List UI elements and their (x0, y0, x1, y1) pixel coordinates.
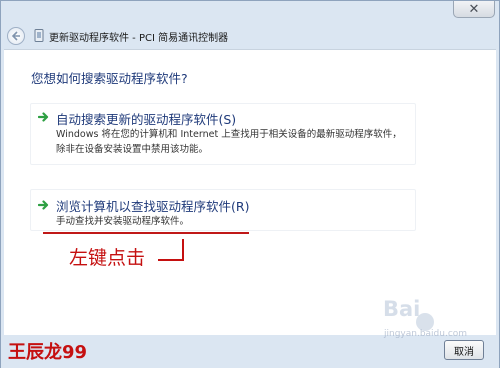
title-bar: ✕ (1, 1, 499, 27)
device-icon (34, 29, 44, 42)
green-arrow-icon (38, 112, 49, 122)
wizard-window: ✕ 更新驱动程序软件 - PCI 简易通讯控制器 您想如何搜索驱动程序软件? 自… (0, 0, 500, 368)
close-icon: ✕ (468, 1, 480, 17)
page-heading: 您想如何搜索驱动程序软件? (31, 71, 188, 86)
watermark-brand: Bai (383, 297, 421, 321)
content-panel: 您想如何搜索驱动程序软件? 自动搜索更新的驱动程序软件(S) Windows 将… (4, 49, 496, 335)
option-auto-search[interactable]: 自动搜索更新的驱动程序软件(S) Windows 将在您的计算机和 Intern… (30, 103, 416, 165)
cancel-button[interactable]: 取消 (444, 340, 484, 360)
option-browse-computer-description: 手动查找并安装驱动程序软件。 (56, 216, 190, 227)
option-browse-computer-title: 浏览计算机以查找驱动程序软件(R) (56, 199, 250, 214)
back-arrow-icon (11, 31, 20, 41)
green-arrow-icon (38, 200, 49, 210)
annotation-pointer-tick (182, 239, 184, 261)
back-button[interactable] (7, 27, 25, 45)
option-browse-computer[interactable]: 浏览计算机以查找驱动程序软件(R) 手动查找并安装驱动程序软件。 (30, 189, 416, 231)
annotation-pointer-line (158, 259, 184, 261)
close-button[interactable]: ✕ (453, 1, 495, 18)
window-title: 更新驱动程序软件 - PCI 简易通讯控制器 (49, 33, 229, 44)
annotation-text: 左键点击 (69, 247, 146, 269)
option-auto-search-description: Windows 将在您的计算机和 Internet 上查找用于相关设备的最新驱动… (56, 129, 402, 155)
option-auto-search-title: 自动搜索更新的驱动程序软件(S) (56, 112, 237, 127)
watermark-subtext: jingyan.baidu.com (384, 329, 468, 339)
author-label: 王辰龙99 (8, 342, 88, 363)
annotation-underline (43, 232, 249, 234)
